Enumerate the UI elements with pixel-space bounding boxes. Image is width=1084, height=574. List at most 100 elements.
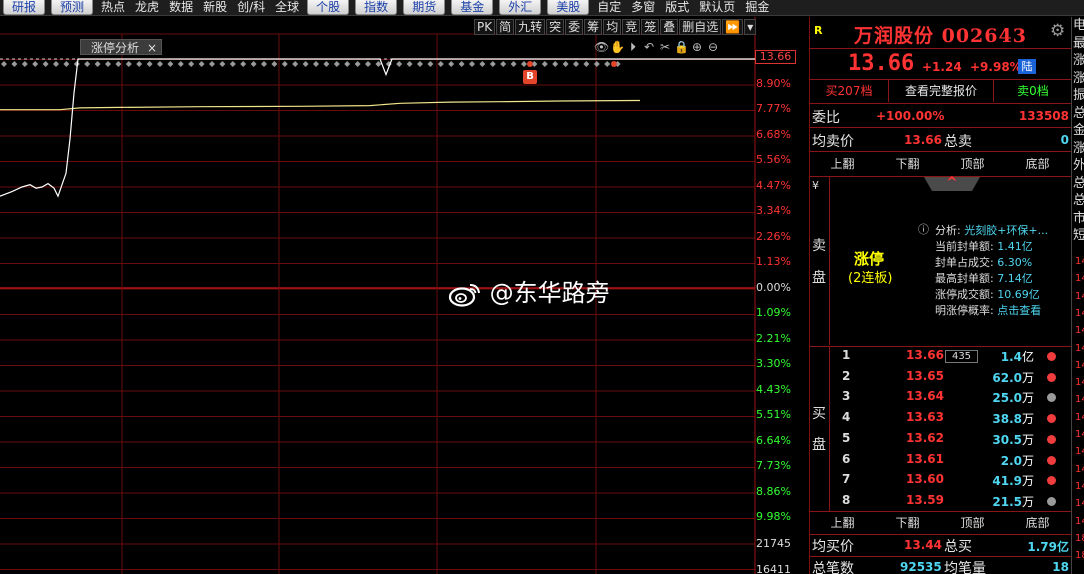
strip-label: 最	[1073, 36, 1084, 51]
buy-nav-row: 上翻 下翻 顶部 底部	[810, 512, 1072, 534]
strip-label: 涨	[1073, 141, 1084, 156]
top-button[interactable]: 顶部	[940, 512, 1005, 534]
menu-item[interactable]: 全球	[270, 0, 304, 15]
chart-tool-button[interactable]: 均	[603, 19, 622, 35]
undo-icon[interactable]: ↶	[642, 40, 656, 54]
chart-tool-button[interactable]: 九转	[515, 19, 546, 35]
book-level: 3	[842, 389, 851, 404]
top-button[interactable]: 顶部	[940, 153, 1005, 175]
analysis-value[interactable]: 光刻胶+环保+...	[964, 224, 1048, 237]
strip-label: 电	[1073, 19, 1084, 33]
menu-item[interactable]: 研报	[3, 0, 46, 15]
chart-tool-button[interactable]: 竞	[622, 19, 641, 35]
page-down-button[interactable]: 下翻	[875, 153, 940, 175]
tick-diamond	[302, 61, 309, 67]
axis-tick-label: 0.00%	[756, 281, 791, 294]
page-down-button[interactable]: 下翻	[875, 512, 940, 534]
order-book-row[interactable]: 5 13.62 30.5万	[810, 431, 1072, 452]
caret-up-icon[interactable]: ^	[946, 175, 958, 191]
watermark: @东华路旁	[448, 273, 610, 308]
chart-tool-button[interactable]: 叠	[660, 19, 679, 35]
tick-diamond	[427, 61, 434, 67]
menu-item[interactable]: 外汇	[499, 0, 542, 15]
limit-probability-link[interactable]: 点击查看	[997, 304, 1041, 317]
menu-item[interactable]: 热点	[96, 0, 130, 15]
price-change: +1.24	[922, 60, 962, 74]
signal-dot	[611, 61, 617, 67]
order-book-row[interactable]: 1 13.66 1.4亿	[810, 348, 1072, 369]
tick-diamond	[11, 61, 18, 67]
chart-tool-button[interactable]: 简	[496, 19, 515, 35]
menu-item[interactable]: 版式	[660, 0, 694, 15]
menu-item[interactable]: 多窗	[626, 0, 660, 15]
menu-item[interactable]: 新股	[198, 0, 232, 15]
total-sell-label: 总卖	[944, 134, 972, 150]
chart-tool-button[interactable]: ⏩	[722, 19, 744, 35]
bottom-button[interactable]: 底部	[1005, 512, 1070, 534]
zoom-in-icon[interactable]: ⊕	[690, 40, 704, 54]
book-price: 13.62	[906, 430, 944, 445]
scissors-icon[interactable]: ✂	[658, 40, 672, 54]
page-up-button[interactable]: 上翻	[810, 153, 875, 175]
gear-icon[interactable]: ⚙	[1050, 21, 1065, 41]
chart-tool-button[interactable]: 突	[546, 19, 565, 35]
limit-analysis-tag[interactable]: 涨停分析 ×	[80, 39, 163, 56]
chart-tool-button[interactable]: ▾	[744, 19, 757, 35]
stock-name[interactable]: 万润股份 002643	[854, 21, 1027, 48]
book-volume-unit: 万	[1021, 474, 1034, 489]
bottom-button[interactable]: 底部	[1005, 153, 1070, 175]
book-price: 13.61	[906, 451, 944, 466]
book-volume-number: 25.0	[992, 391, 1022, 406]
chart-tool-button[interactable]: 委	[565, 19, 584, 35]
close-icon[interactable]: ×	[147, 40, 157, 56]
page-up-button[interactable]: 上翻	[810, 512, 875, 534]
menu-item[interactable]: 个股	[307, 0, 350, 15]
play-icon[interactable]: ⏵	[626, 40, 640, 55]
total-buy-value: 1.79亿	[1027, 540, 1069, 554]
menu-item[interactable]: 美股	[547, 0, 590, 15]
order-book-row[interactable]: 4 13.63 38.8万	[810, 410, 1072, 431]
chart-tool-button[interactable]: 筹	[584, 19, 603, 35]
hand-icon[interactable]: ✋	[610, 40, 625, 54]
divider	[810, 103, 1072, 104]
strip-label: 外	[1073, 159, 1084, 173]
eye-icon[interactable]: 👁	[594, 40, 609, 54]
axis-tick-label: 1.13%	[756, 255, 791, 268]
tick-diamond	[53, 61, 59, 67]
lock-icon[interactable]: 🔒	[674, 40, 689, 54]
axis-tick-label: 9.98%	[756, 510, 791, 523]
menu-item[interactable]: 期货	[403, 0, 446, 15]
tick-diamond	[167, 61, 174, 67]
tab-buy-levels[interactable]: 买207档	[810, 80, 888, 102]
tab-sell-levels[interactable]: 卖0档	[994, 80, 1072, 102]
tick-diamond	[583, 61, 590, 67]
menu-item[interactable]: 默认页	[694, 0, 740, 15]
info-icon[interactable]: ⓘ	[918, 221, 929, 237]
book-volume-unit: 万	[1021, 453, 1034, 468]
menu-item[interactable]: 龙虎	[130, 0, 164, 15]
order-book-row[interactable]: 3 13.64 25.0万	[810, 389, 1072, 410]
menu-item[interactable]: 创/科	[232, 0, 270, 15]
order-book-row[interactable]: 7 13.60 41.9万	[810, 472, 1072, 493]
menu-item[interactable]: 预测	[51, 0, 94, 15]
chart-tool-button[interactable]: 删自选	[679, 19, 722, 35]
buy-marker[interactable]: B	[523, 70, 537, 84]
strip-number: 14	[1075, 359, 1084, 371]
axis-tick-label: 3.34%	[756, 204, 791, 217]
menu-item[interactable]: 指数	[355, 0, 398, 15]
menu-item[interactable]: 数据	[164, 0, 198, 15]
tick-diamond	[365, 61, 371, 67]
order-book-row[interactable]: 2 13.65 62.0万	[810, 369, 1072, 390]
intraday-chart[interactable]: PK 简九转突委筹均竞笼叠删自选 ⏩ ▾ 涨停分析 × 👁✋ ⏵ ↶ ✂ 🔒 ⊕ ⊖ 13.66 …	[0, 17, 808, 574]
order-book-row[interactable]: 6 13.61 2.0万	[810, 452, 1072, 473]
zoom-out-icon[interactable]: ⊖	[706, 40, 720, 54]
chart-tool-button[interactable]: 笼	[641, 19, 660, 35]
menu-item[interactable]: 基金	[451, 0, 494, 15]
menu-item[interactable]: 掘金	[740, 0, 774, 15]
menu-item[interactable]: 自定	[592, 0, 626, 15]
avg-lot-value: 18	[1052, 560, 1069, 574]
tab-full-quote[interactable]: 查看完整报价	[889, 80, 993, 102]
chart-tool-button[interactable]: PK	[474, 19, 496, 35]
book-price: 13.59	[906, 492, 944, 507]
strip-number: 14	[1075, 498, 1084, 510]
